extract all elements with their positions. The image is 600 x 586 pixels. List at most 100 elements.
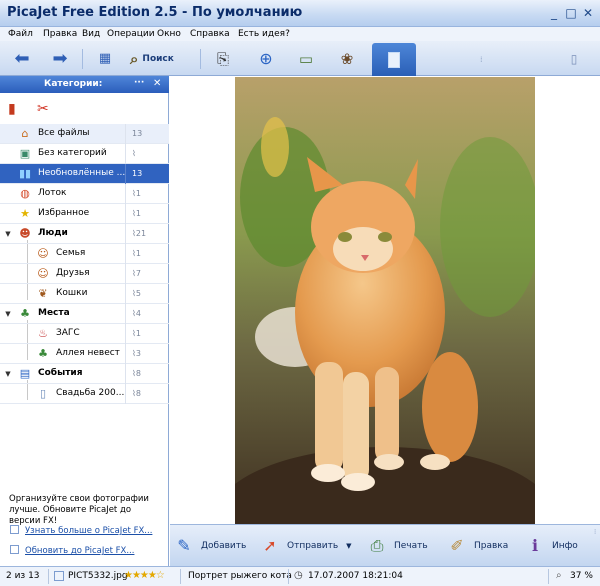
pen-icon: ✎ (177, 536, 191, 555)
page-icon: ▯ (39, 387, 47, 400)
grip-icon: ⁞ (480, 55, 483, 64)
category-friends[interactable]: ☺ Друзья ⌇7 (0, 264, 169, 284)
collapse-arrow-icon[interactable]: ▼ (4, 227, 12, 241)
category-all-files[interactable]: ⌂ Все файлы 13 (0, 124, 169, 144)
arrow-left-icon: ⬅ (14, 48, 30, 69)
panel-close-button[interactable]: ✕ (153, 78, 161, 89)
menu-view[interactable]: Вид (82, 27, 100, 41)
count: 1 (135, 189, 141, 198)
category-wedding[interactable]: ▯ Свадьба 200... ⌇8 (0, 384, 169, 404)
status-divider (288, 569, 289, 584)
filmstrip-button[interactable]: ⎘ (207, 45, 239, 72)
edit-button[interactable]: ✐ Правка (447, 525, 508, 567)
web-button[interactable]: ⊕ (250, 45, 282, 72)
categories-panel: Категории: ··· ✕ ▮ ✂ ⌂ Все файлы 13 ▣ Бе… (0, 76, 169, 566)
print-button[interactable]: ⎙ Печать (367, 525, 428, 567)
add-button[interactable]: ✎ Добавить (174, 525, 246, 567)
category-places[interactable]: ▼ ♣ Места ⌇4 (0, 304, 169, 324)
count: 8 (135, 389, 141, 398)
forward-button[interactable]: ➡ (44, 45, 76, 72)
magnifier-icon: ⌕ (130, 50, 139, 68)
count: 3 (135, 349, 141, 358)
count: 21 (135, 229, 147, 238)
printer-icon: ⎙ (370, 536, 384, 555)
menu-edit[interactable]: Правка (43, 27, 77, 41)
upgrade-link[interactable]: Обновить до PicaJet FX... (10, 545, 160, 556)
people-icon: ☻ (19, 227, 31, 240)
palm-icon: ♣ (38, 347, 48, 360)
house-icon: ⌂ (21, 127, 29, 140)
minimize-button[interactable]: _ (546, 6, 562, 20)
rating-stars[interactable]: ★★★★☆ (124, 570, 165, 581)
status-zoom: 37 % (570, 571, 593, 581)
count: 13 (125, 124, 169, 144)
close-button[interactable]: ✕ (580, 6, 596, 20)
count: 5 (135, 289, 141, 298)
brush-icon: ✐ (450, 536, 464, 555)
cat-photo (235, 77, 535, 524)
menu-file[interactable]: Файл (8, 27, 33, 41)
count: 13 (125, 164, 169, 184)
count: 8 (135, 369, 141, 378)
learn-more-link[interactable]: Узнать больше о PicaJet FX... (10, 525, 160, 536)
back-button[interactable]: ⬅ (6, 45, 38, 72)
category-brides-alley[interactable]: ♣ Аллея невест ⌇3 (0, 344, 169, 364)
arrow-right-icon: ➡ (52, 48, 68, 69)
delete-category-button[interactable]: ✂ (37, 101, 51, 118)
action-bar: ⁞ ✎ Добавить ➚ Отправить ▼ ⎙ Печать ✐ Пр… (170, 524, 600, 566)
tray-icon: ◍ (20, 187, 30, 200)
effects-button[interactable]: ❀ (331, 45, 363, 72)
category-events[interactable]: ▼ ▤ События ⌇8 (0, 364, 169, 384)
send-button[interactable]: ➚ Отправить ▼ (260, 525, 351, 567)
maximize-button[interactable]: □ (563, 6, 579, 20)
status-position: 2 из 13 (6, 571, 40, 581)
clock-icon: ◷ (294, 570, 303, 581)
file-icon (54, 571, 64, 581)
collapse-arrow-icon[interactable]: ▼ (4, 307, 12, 321)
dropdown-arrow-icon[interactable]: ▼ (346, 542, 351, 550)
categories-header: Категории: ··· ✕ (0, 76, 169, 93)
photo-preview[interactable] (235, 77, 535, 524)
menu-operations[interactable]: Операции (107, 27, 155, 41)
panel-icon: ▯ (570, 51, 578, 66)
category-not-updated[interactable]: ▮▮ Необновлённые ... 13 (0, 164, 169, 184)
collapse-arrow-icon[interactable]: ▼ (4, 367, 12, 381)
category-people[interactable]: ▼ ☻ Люди ⌇21 (0, 224, 169, 244)
title-bar: PicaJet Free Edition 2.5 - По умолчанию … (0, 0, 600, 27)
menu-bar: Файл Правка Вид Операции Окно Справка Ес… (0, 27, 600, 41)
paw-icon: ❦ (38, 287, 48, 300)
book-icon: ▮ (8, 101, 16, 117)
promo-text: Организуйте свои фотографии лучше. Обнов… (9, 494, 149, 526)
status-caption: Портрет рыжего кота (188, 571, 292, 581)
menu-idea[interactable]: Есть идея? (238, 27, 290, 41)
film-icon: ⎘ (216, 49, 229, 68)
page-icon (10, 525, 19, 534)
info-button[interactable]: i Инфо (525, 525, 578, 567)
single-view-button[interactable] (372, 43, 416, 76)
search-button[interactable]: ⌕ Поиск (130, 47, 174, 71)
menu-window[interactable]: Окно (157, 27, 181, 41)
category-registry-office[interactable]: ♨ ЗАГС ⌇1 (0, 324, 169, 344)
count: 1 (135, 329, 141, 338)
menu-help[interactable]: Справка (190, 27, 230, 41)
new-category-button[interactable]: ▮ (8, 101, 20, 118)
category-cats[interactable]: ❦ Кошки ⌇5 (0, 284, 169, 304)
category-favorites[interactable]: ★ Избранное ⌇1 (0, 204, 169, 224)
category-uncategorized[interactable]: ▣ Без категорий ⌇ (0, 144, 169, 164)
picture-icon: ▭ (298, 49, 314, 68)
count: 4 (135, 309, 141, 318)
page-icon (10, 545, 19, 554)
zoom-icon: ⌕ (556, 570, 562, 581)
star-icon: ★ (20, 207, 30, 220)
status-divider (180, 569, 181, 584)
category-tray[interactable]: ◍ Лоток ⌇1 (0, 184, 169, 204)
panel-toggle-button[interactable]: ▯ (558, 45, 590, 72)
panel-menu-button[interactable]: ··· (134, 78, 144, 88)
category-family[interactable]: ☺ Семья ⌇1 (0, 244, 169, 264)
toolbar-divider (82, 49, 83, 69)
toolbar: ⬅ ➡ ▦ ⌕ Поиск ⎘ ⊕ ▭ ❀ ⁞ ▯ (0, 41, 600, 76)
thumbnails-button[interactable]: ▦ (89, 45, 121, 72)
picture-button[interactable]: ▭ (290, 45, 322, 72)
palette-icon: ❀ (340, 49, 354, 68)
status-divider (548, 569, 549, 584)
